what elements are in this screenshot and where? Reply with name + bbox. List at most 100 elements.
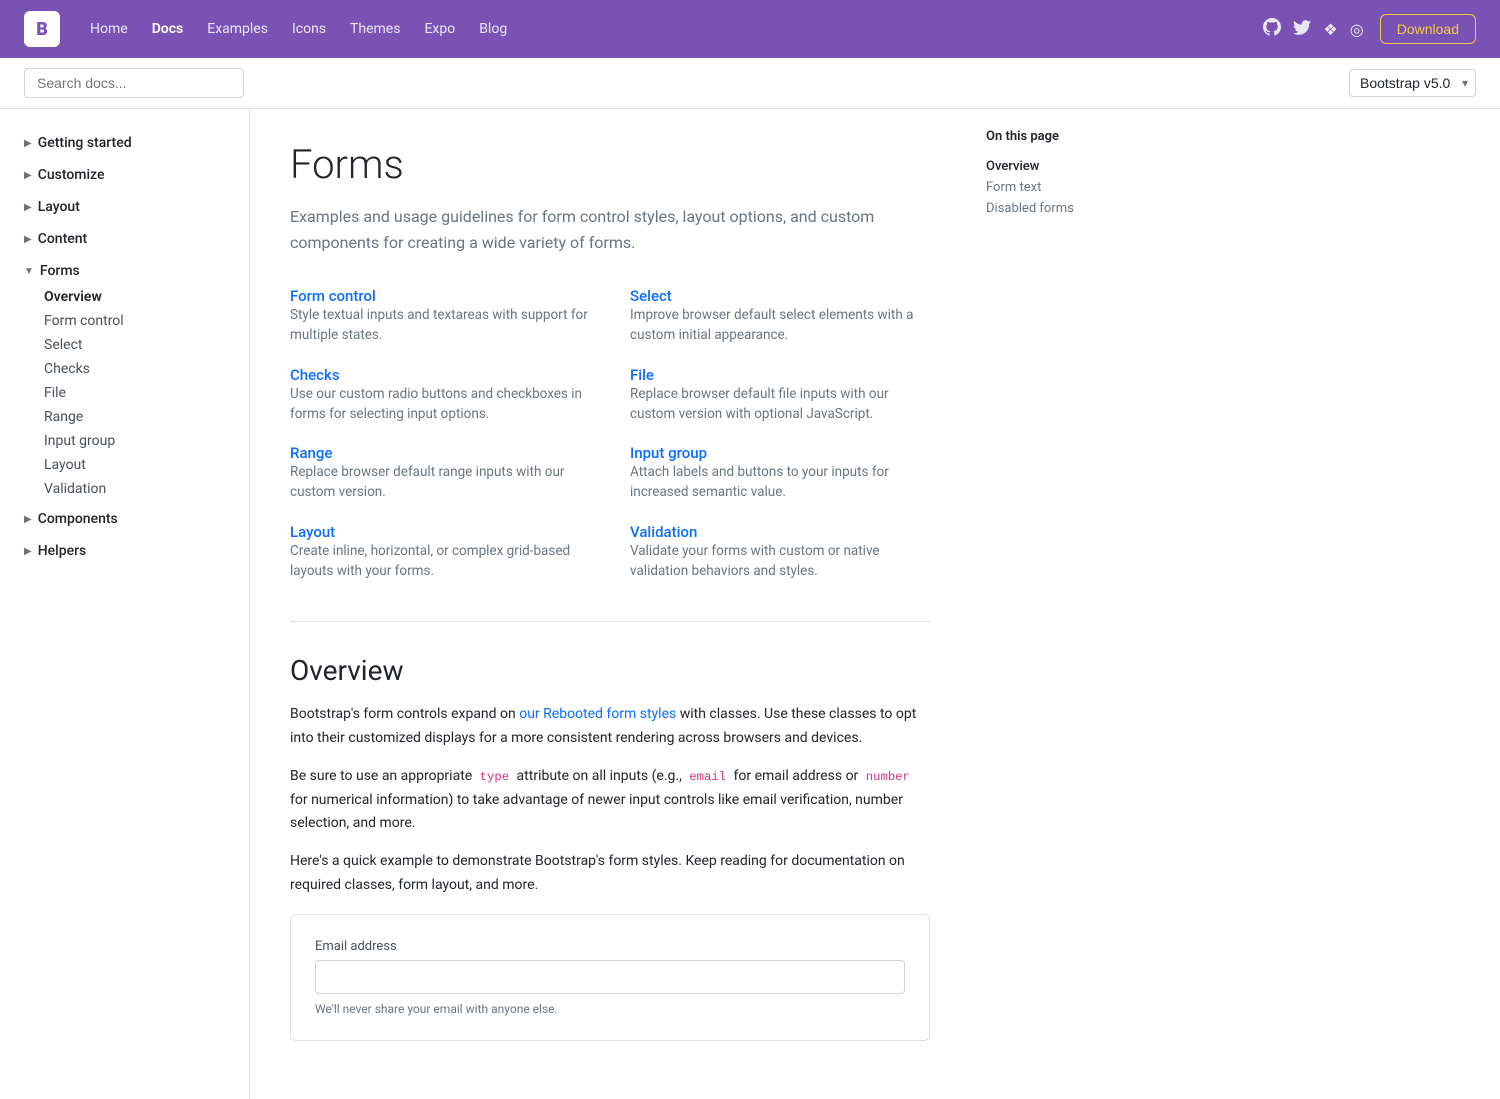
chevron-down-icon: ▼ <box>24 266 34 277</box>
sidebar-section-layout: ▶ Layout <box>16 193 233 221</box>
overview-para3: Here's a quick example to demonstrate Bo… <box>290 850 930 898</box>
sidebar-section-label: Components <box>38 511 118 527</box>
version-select[interactable]: Bootstrap v5.0 Bootstrap v4.6 <box>1349 69 1476 97</box>
nav-icons[interactable]: Icons <box>282 15 336 43</box>
opencollective-icon[interactable]: ❖ <box>1323 20 1337 39</box>
email-code: email <box>685 768 730 786</box>
overview-para2-suffix: for numerical information) to take advan… <box>290 792 903 832</box>
toc-item-overview[interactable]: Overview <box>986 156 1154 177</box>
slack-icon[interactable]: ◎ <box>1350 20 1364 39</box>
nav-links: Home Docs Examples Icons Themes Expo Blo… <box>80 15 1263 43</box>
card-range-title[interactable]: Range <box>290 444 332 462</box>
sidebar-section-header-customize[interactable]: ▶ Customize <box>16 161 233 189</box>
sidebar-section-forms: ▼ Forms Overview Form control Select Che… <box>16 257 233 501</box>
card-validation-title[interactable]: Validation <box>630 523 697 541</box>
chevron-right-icon: ▶ <box>24 138 32 149</box>
sidebar-section-header-forms[interactable]: ▼ Forms <box>16 257 233 285</box>
sidebar-section-label: Getting started <box>38 135 132 151</box>
sidebar-section-components: ▶ Components <box>16 505 233 533</box>
sidebar-section-header-helpers[interactable]: ▶ Helpers <box>16 537 233 565</box>
sidebar-forms-items: Overview Form control Select Checks File… <box>16 285 233 501</box>
nav-blog[interactable]: Blog <box>469 15 517 43</box>
card-layout-desc: Create inline, horizontal, or complex gr… <box>290 541 590 582</box>
sidebar-section-customize: ▶ Customize <box>16 161 233 189</box>
sidebar-item-validation[interactable]: Validation <box>36 477 233 501</box>
toc-title: On this page <box>986 129 1154 144</box>
sidebar-section-header-content[interactable]: ▶ Content <box>16 225 233 253</box>
sidebar-section-helpers: ▶ Helpers <box>16 537 233 565</box>
main-layout: ▶ Getting started ▶ Customize ▶ Layout ▶… <box>0 109 1500 1099</box>
sidebar-item-checks[interactable]: Checks <box>36 357 233 381</box>
number-code: number <box>862 768 914 786</box>
rebooted-link[interactable]: our Rebooted form styles <box>519 706 676 722</box>
sidebar-section-header-components[interactable]: ▶ Components <box>16 505 233 533</box>
section-divider <box>290 621 930 622</box>
card-file-desc: Replace browser default file inputs with… <box>630 384 930 425</box>
example-email-hint: We'll never share your email with anyone… <box>315 1002 905 1016</box>
nav-home[interactable]: Home <box>80 15 138 43</box>
card-checks-title[interactable]: Checks <box>290 366 340 384</box>
nav-examples[interactable]: Examples <box>197 15 278 43</box>
card-form-control-desc: Style textual inputs and textareas with … <box>290 305 590 346</box>
example-email-input[interactable] <box>315 960 905 994</box>
sidebar-item-file[interactable]: File <box>36 381 233 405</box>
card-checks: Checks Use our custom radio buttons and … <box>290 366 590 425</box>
card-input-group-title[interactable]: Input group <box>630 444 707 462</box>
sidebar-section-header-getting-started[interactable]: ▶ Getting started <box>16 129 233 157</box>
card-form-control: Form control Style textual inputs and te… <box>290 287 590 346</box>
card-range-desc: Replace browser default range inputs wit… <box>290 462 590 503</box>
sidebar-item-form-control[interactable]: Form control <box>36 309 233 333</box>
overview-para2: Be sure to use an appropriate type attri… <box>290 765 930 836</box>
navbar: B Home Docs Examples Icons Themes Expo B… <box>0 0 1500 58</box>
chevron-right-icon: ▶ <box>24 234 32 245</box>
social-icons: ❖ ◎ <box>1263 18 1363 40</box>
github-icon[interactable] <box>1263 18 1281 40</box>
card-validation: Validation Validate your forms with cust… <box>630 523 930 582</box>
sidebar-section-header-layout[interactable]: ▶ Layout <box>16 193 233 221</box>
sidebar-section-label: Customize <box>38 167 105 183</box>
sidebar-item-layout[interactable]: Layout <box>36 453 233 477</box>
card-file-title[interactable]: File <box>630 366 654 384</box>
main-content: Forms Examples and usage guidelines for … <box>250 109 970 1099</box>
sidebar-section-getting-started: ▶ Getting started <box>16 129 233 157</box>
overview-para2-prefix: Be sure to use an appropriate <box>290 768 476 784</box>
nav-docs[interactable]: Docs <box>142 15 194 43</box>
sidebar-section-label: Helpers <box>38 543 87 559</box>
twitter-icon[interactable] <box>1293 18 1311 40</box>
search-input[interactable] <box>24 68 244 98</box>
card-input-group: Input group Attach labels and buttons to… <box>630 444 930 503</box>
download-button[interactable]: Download <box>1380 14 1476 44</box>
example-email-label: Email address <box>315 939 905 954</box>
card-select: Select Improve browser default select el… <box>630 287 930 346</box>
card-file: File Replace browser default file inputs… <box>630 366 930 425</box>
card-form-control-title[interactable]: Form control <box>290 287 376 305</box>
overview-para1-prefix: Bootstrap's form controls expand on <box>290 706 519 722</box>
sidebar: ▶ Getting started ▶ Customize ▶ Layout ▶… <box>0 109 250 1099</box>
toc-item-disabled-forms[interactable]: Disabled forms <box>986 198 1154 219</box>
sidebar-item-select[interactable]: Select <box>36 333 233 357</box>
page-title: Forms <box>290 141 930 188</box>
example-box: Email address We'll never share your ema… <box>290 914 930 1041</box>
nav-expo[interactable]: Expo <box>414 15 465 43</box>
sidebar-section-label: Content <box>38 231 88 247</box>
chevron-right-icon: ▶ <box>24 546 32 557</box>
brand-logo[interactable]: B <box>24 11 60 47</box>
version-selector-wrapper: Bootstrap v5.0 Bootstrap v4.6 <box>1349 69 1476 97</box>
overview-title: Overview <box>290 654 930 687</box>
sidebar-section-label: Forms <box>40 263 80 279</box>
sidebar-section-label: Layout <box>38 199 80 215</box>
card-layout: Layout Create inline, horizontal, or com… <box>290 523 590 582</box>
sidebar-item-overview[interactable]: Overview <box>36 285 233 309</box>
toc-item-form-text[interactable]: Form text <box>986 177 1154 198</box>
sidebar-section-content: ▶ Content <box>16 225 233 253</box>
toc: On this page Overview Form text Disabled… <box>970 109 1170 1099</box>
search-bar-row: Bootstrap v5.0 Bootstrap v4.6 <box>0 58 1500 109</box>
card-select-title[interactable]: Select <box>630 287 672 305</box>
sidebar-item-input-group[interactable]: Input group <box>36 429 233 453</box>
card-checks-desc: Use our custom radio buttons and checkbo… <box>290 384 590 425</box>
sidebar-item-range[interactable]: Range <box>36 405 233 429</box>
card-select-desc: Improve browser default select elements … <box>630 305 930 346</box>
card-layout-title[interactable]: Layout <box>290 523 335 541</box>
card-range: Range Replace browser default range inpu… <box>290 444 590 503</box>
nav-themes[interactable]: Themes <box>340 15 410 43</box>
